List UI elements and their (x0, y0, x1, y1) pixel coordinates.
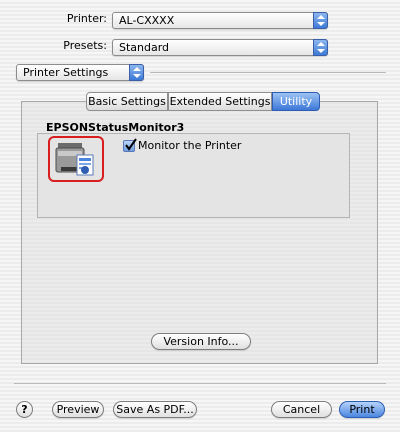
preview-button[interactable]: Preview (52, 401, 104, 418)
updown-arrows-icon (129, 64, 144, 81)
presets-select-value: Standard (119, 41, 170, 54)
updown-arrows-icon (313, 39, 328, 56)
help-button[interactable]: ? (16, 401, 33, 418)
tab-extended-settings[interactable]: Extended Settings (168, 92, 272, 111)
tab-basic-settings[interactable]: Basic Settings (86, 92, 168, 111)
print-button[interactable]: Print (339, 401, 385, 418)
monitor-checkbox-label[interactable]: Monitor the Printer (138, 139, 241, 153)
updown-arrows-icon (313, 12, 328, 29)
printer-select[interactable]: AL-CXXXX (112, 12, 328, 29)
tab-utility[interactable]: Utility (272, 92, 320, 111)
presets-label: Presets: (63, 39, 107, 52)
save-as-pdf-button[interactable]: Save As PDF... (113, 401, 197, 418)
section-select-value: Printer Settings (23, 66, 109, 79)
printer-label: Printer: (66, 12, 107, 25)
footer-separator (14, 383, 386, 384)
monitor-checkbox[interactable] (123, 138, 137, 152)
presets-select[interactable]: Standard (112, 39, 328, 56)
separator-line (150, 72, 386, 73)
version-info-button[interactable]: Version Info... (151, 333, 251, 350)
printer-select-value: AL-CXXXX (119, 14, 175, 27)
checkmark-icon (125, 138, 137, 151)
icon-highlight-box (48, 136, 104, 182)
group-title: EPSONStatusMonitor3 (46, 121, 185, 134)
cancel-button[interactable]: Cancel (271, 401, 332, 418)
section-select[interactable]: Printer Settings (16, 64, 144, 81)
